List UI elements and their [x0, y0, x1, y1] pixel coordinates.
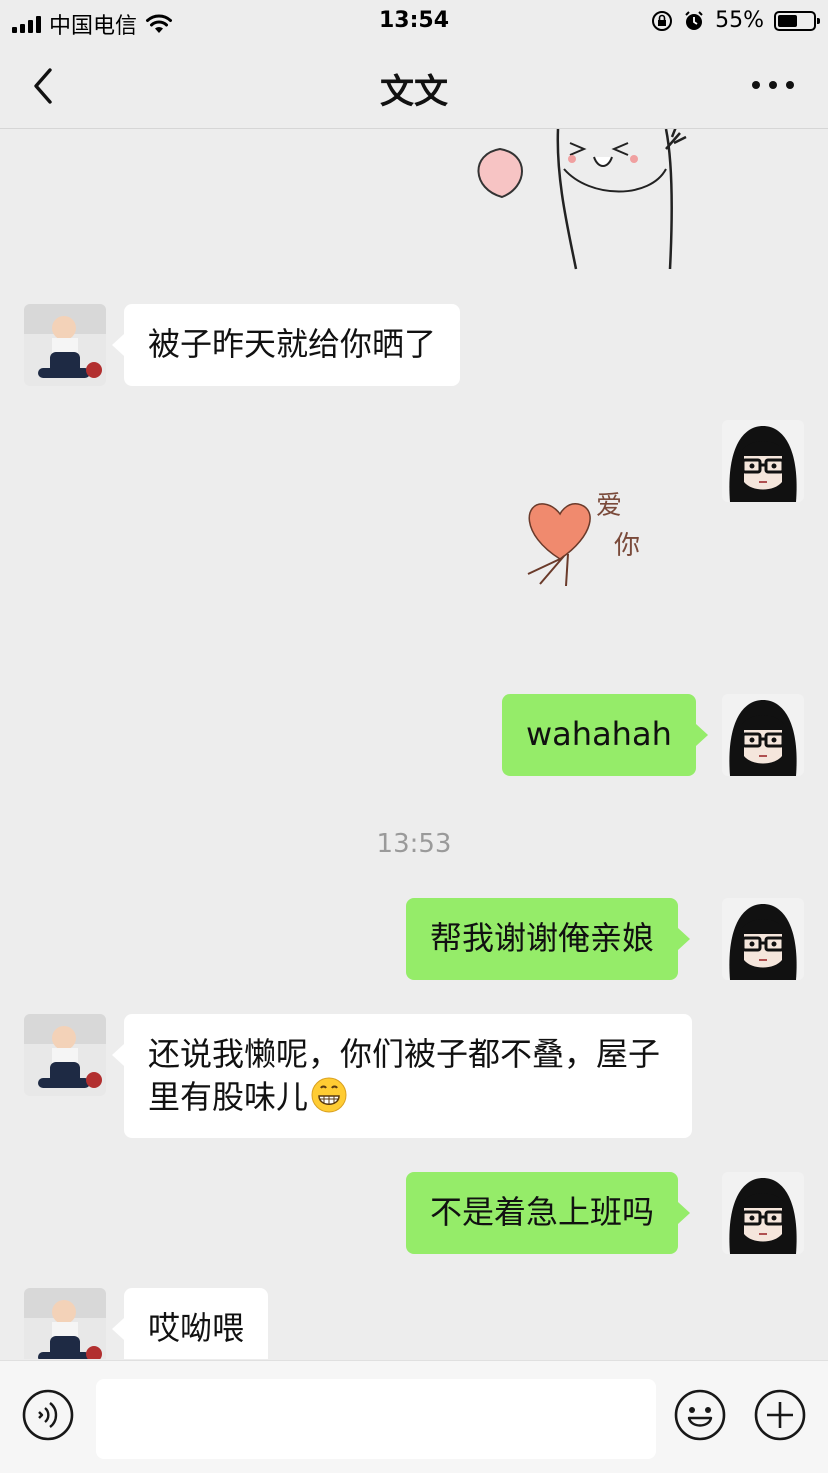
battery-percent: 55%	[715, 8, 764, 33]
message-bubble[interactable]: 哎呦喂	[111, 1288, 269, 1359]
emoji-button[interactable]	[674, 1389, 726, 1441]
more-button[interactable]	[748, 70, 798, 100]
nav-bar: 文文	[0, 44, 828, 129]
contact-avatar[interactable]	[24, 1014, 106, 1096]
voice-button[interactable]	[22, 1389, 74, 1441]
message-bubble[interactable]: 帮我谢谢俺亲娘	[406, 898, 691, 980]
emoji-icon	[674, 1389, 726, 1441]
baby-photo-avatar	[24, 1014, 106, 1096]
my-avatar[interactable]	[722, 898, 804, 980]
input-bar	[0, 1360, 828, 1473]
more-dots-icon	[752, 81, 794, 89]
contact-avatar[interactable]	[24, 304, 106, 386]
love-you-sticker: 爱 你	[527, 491, 640, 587]
message-input[interactable]	[96, 1379, 656, 1459]
grin-emoji	[311, 1077, 347, 1113]
waving-cartoon-sticker	[477, 129, 687, 270]
message-bubble[interactable]: 不是着急上班吗	[406, 1172, 691, 1254]
status-bar: 中国电信 13:54 55%	[0, 0, 828, 44]
baby-photo-avatar	[24, 304, 106, 386]
girl-cartoon-avatar	[722, 694, 804, 776]
sticker-text: 爱	[596, 491, 622, 521]
status-right: 55%	[651, 8, 820, 33]
message-text: 被子昨天就给你晒了	[148, 325, 437, 363]
voice-icon	[22, 1389, 74, 1441]
alarm-icon	[685, 10, 703, 30]
plus-icon	[754, 1389, 806, 1441]
message-timestamp: 13:53	[376, 829, 452, 859]
my-avatar[interactable]	[722, 420, 804, 502]
baby-photo-avatar	[24, 1288, 106, 1359]
girl-cartoon-avatar	[722, 898, 804, 980]
message-bubble[interactable]: wahahah	[502, 694, 708, 776]
sticker-text: 你	[614, 531, 640, 561]
message-text: 不是着急上班吗	[430, 1193, 655, 1231]
contact-avatar[interactable]	[24, 1288, 106, 1359]
rotation-lock-icon	[652, 10, 673, 31]
my-avatar[interactable]	[722, 694, 804, 776]
message-bubble[interactable]: 还说我懒呢，你们被子都不叠，屋子里有股味儿	[112, 1014, 692, 1138]
message-text: 哎呦喂	[148, 1309, 245, 1347]
message-text: 还说我懒呢，你们被子都不叠，屋子里有股味儿	[148, 1035, 661, 1116]
chevron-left-icon	[34, 68, 52, 104]
girl-cartoon-avatar	[722, 420, 804, 502]
message-text: wahahah	[526, 715, 672, 753]
back-button[interactable]	[28, 64, 68, 108]
battery-fill	[778, 14, 797, 27]
chat-area[interactable]: 被子昨天就给你晒了 爱 你 wahahah 13:53 帮我谢谢俺亲娘 还说我懒…	[0, 129, 828, 1359]
message-bubble[interactable]: 被子昨天就给你晒了	[111, 304, 461, 386]
message-text: 帮我谢谢俺亲娘	[430, 919, 655, 957]
chat-title: 文文	[380, 72, 448, 112]
my-avatar[interactable]	[722, 1172, 804, 1254]
girl-cartoon-avatar	[722, 1172, 804, 1254]
battery-icon	[774, 10, 820, 31]
more-functions-button[interactable]	[754, 1389, 806, 1441]
